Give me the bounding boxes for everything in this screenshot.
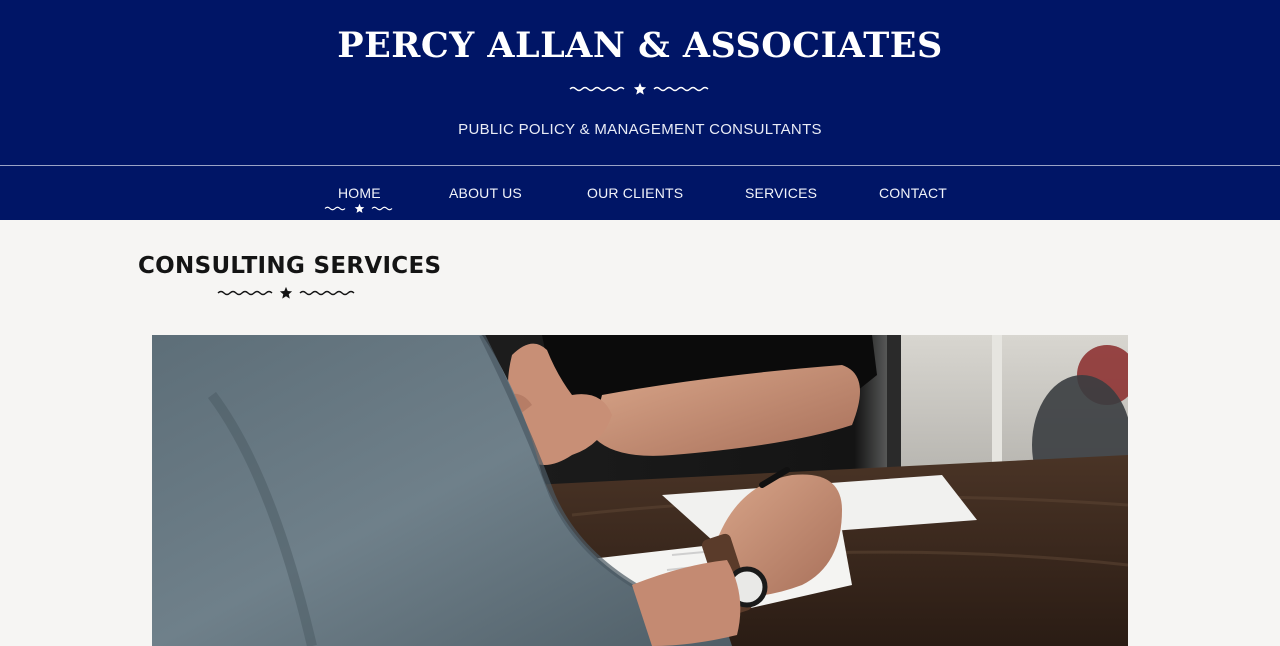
nav-item-about-us[interactable]: ABOUT US — [449, 185, 522, 201]
heading-ornament — [214, 286, 360, 300]
wave-divider-right-icon — [371, 206, 392, 210]
star-icon — [279, 286, 293, 299]
site-header: PERCY ALLAN & ASSOCIATES PUBLIC POLICY &… — [0, 0, 1280, 165]
main-nav: HOME ABOUT US OUR CLIENTS SERVICES CONTA… — [0, 166, 1280, 220]
wave-divider-right-icon — [653, 86, 709, 92]
section-heading: CONSULTING SERVICES — [138, 253, 442, 279]
nav-active-indicator — [323, 202, 395, 214]
consulting-meeting-photo — [152, 335, 1128, 646]
nav-item-contact[interactable]: CONTACT — [879, 185, 947, 201]
wave-divider-right-icon — [299, 290, 355, 296]
title-ornament — [0, 82, 1280, 96]
site-tagline: PUBLIC POLICY & MANAGEMENT CONSULTANTS — [458, 121, 822, 138]
nav-item-our-clients[interactable]: OUR CLIENTS — [587, 185, 683, 201]
hero-image — [152, 335, 1128, 646]
site-title[interactable]: PERCY ALLAN & ASSOCIATES — [0, 24, 1280, 68]
wave-divider-left-icon — [217, 290, 273, 296]
nav-item-services[interactable]: SERVICES — [745, 185, 817, 201]
star-icon — [354, 203, 364, 213]
wave-divider-left-icon — [324, 206, 345, 210]
star-icon — [633, 82, 647, 95]
wave-divider-left-icon — [569, 86, 625, 92]
nav-item-home[interactable]: HOME — [338, 185, 381, 201]
